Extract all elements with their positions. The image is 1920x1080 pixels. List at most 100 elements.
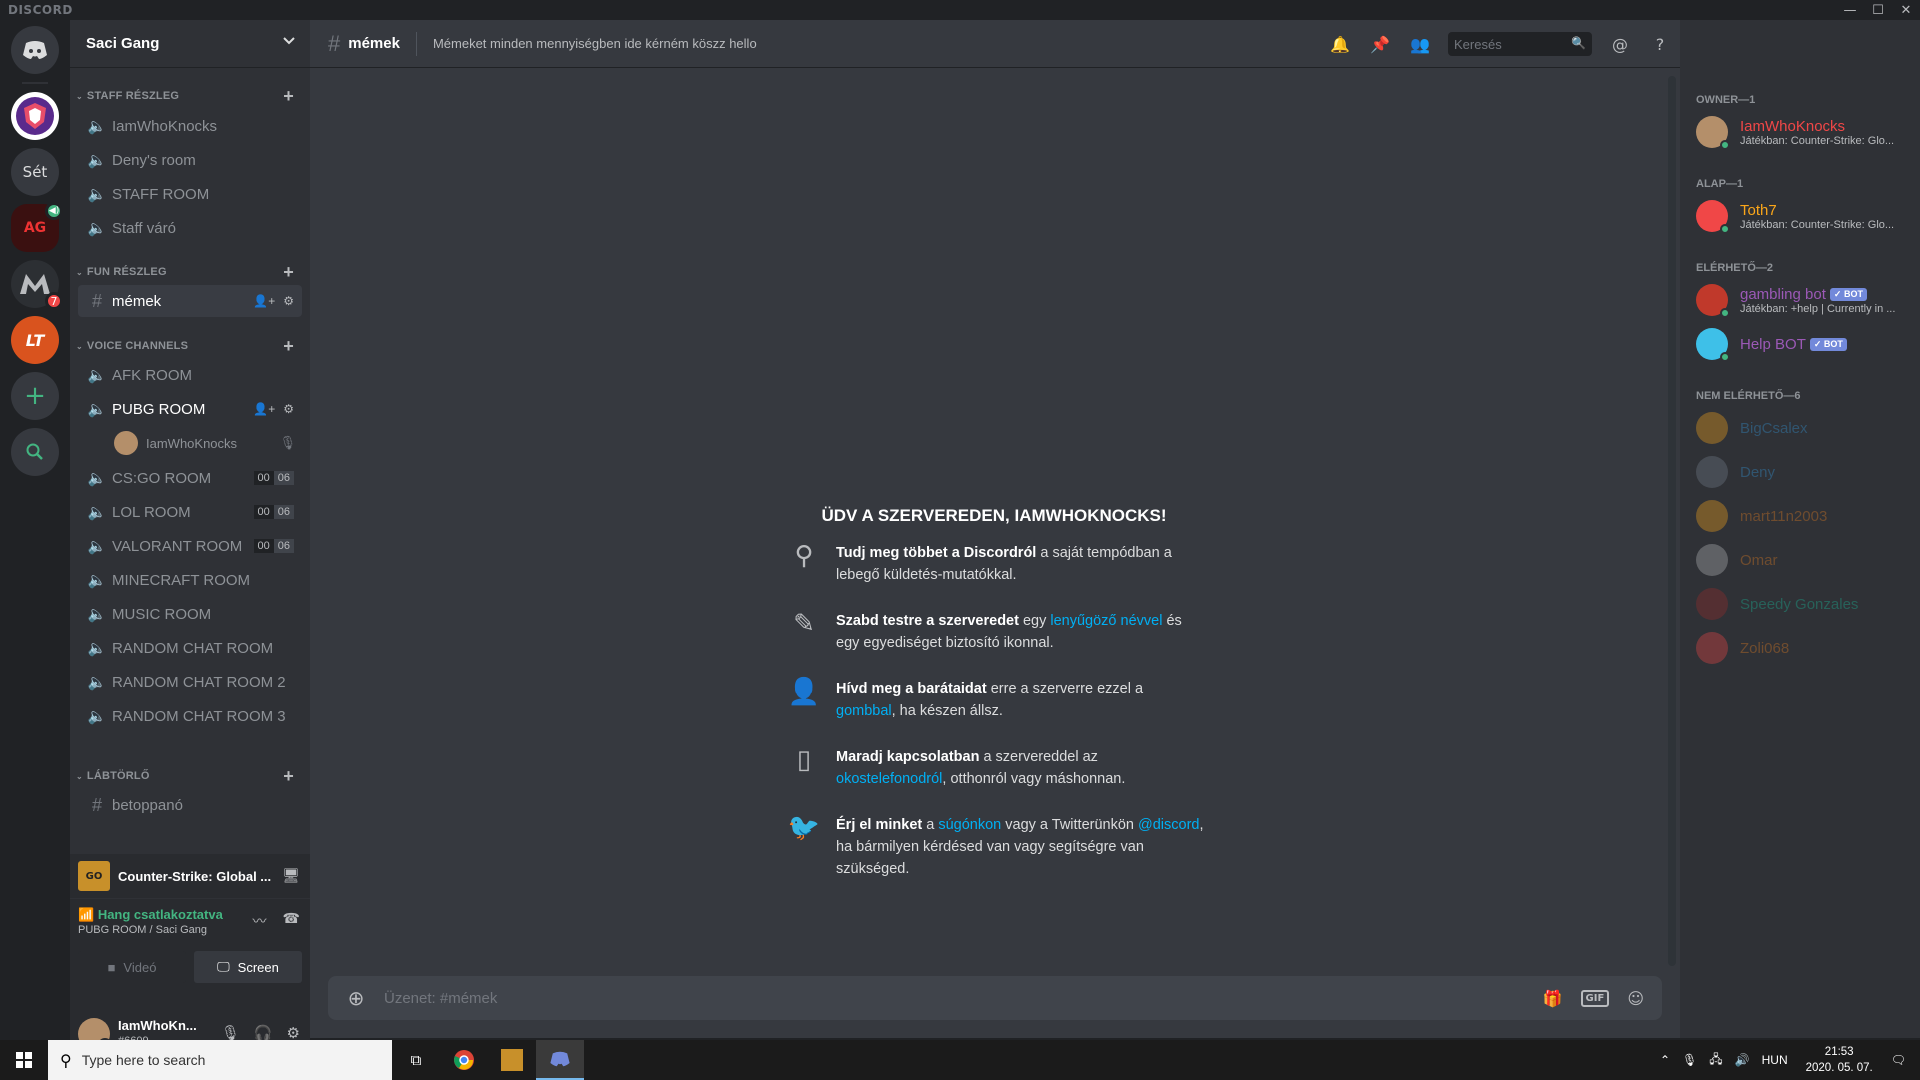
server-m-icon[interactable]: 7	[11, 260, 63, 310]
voice-channel[interactable]: 🔈 Staff váró	[78, 212, 302, 244]
voice-channel[interactable]: 🔈 RANDOM CHAT ROOM 3	[78, 700, 302, 732]
welcome-link[interactable]: okostelefonodról	[836, 771, 942, 787]
help-icon[interactable]: ?	[1640, 35, 1680, 54]
member-item[interactable]: Omar	[1696, 540, 1916, 580]
voice-user[interactable]: IamWhoKnocks 🎙	[114, 429, 302, 457]
input-language[interactable]: HUN	[1762, 1053, 1788, 1067]
member-item[interactable]: Toth7 Játékban: Counter-Strike: Glo...	[1696, 196, 1916, 236]
screen-share-button[interactable]: 🖵 Screen	[194, 951, 302, 983]
server-lt-icon[interactable]: LT	[11, 316, 59, 364]
speaker-icon: 🔈	[87, 367, 107, 384]
category-labtorlo[interactable]: ⌄ LÁBTÖRLŐ +	[70, 766, 310, 786]
discord-taskbar-icon[interactable]	[536, 1040, 584, 1080]
explore-search-icon[interactable]	[11, 428, 59, 476]
voice-channel[interactable]: 🔈 MINECRAFT ROOM	[78, 564, 302, 596]
voice-channel[interactable]: 🔈 IamWhoKnocks	[78, 110, 302, 142]
invite-icon[interactable]: 👤+	[253, 402, 275, 416]
welcome-link[interactable]: súgónkon	[938, 817, 1001, 833]
member-item[interactable]: Help BOT ✓ BOT	[1696, 324, 1916, 364]
voice-channel[interactable]: 🔈 RANDOM CHAT ROOM 2	[78, 666, 302, 698]
header-divider	[415, 31, 417, 56]
chevron-up-icon[interactable]: ⌃	[1660, 1053, 1670, 1067]
voice-channel[interactable]: 🔈 STAFF ROOM	[78, 178, 302, 210]
member-group-title: ALAP—1	[1696, 178, 1744, 190]
online-status	[1720, 352, 1730, 362]
network-icon[interactable]: 🖧	[1709, 1050, 1722, 1071]
taskbar-search[interactable]: ⚲	[48, 1040, 392, 1080]
invite-icon[interactable]: 👤+	[253, 294, 275, 308]
csgo-taskbar-icon[interactable]	[488, 1040, 536, 1080]
search-input[interactable]	[1454, 36, 1564, 52]
minimize-button[interactable]: —	[1836, 0, 1864, 20]
gear-icon[interactable]: ⚙	[283, 294, 294, 308]
server-set[interactable]: Sét	[11, 148, 59, 196]
add-server-icon[interactable]: +	[11, 372, 59, 420]
noise-icon[interactable]: 〰	[253, 911, 267, 931]
mic-muted-icon: 🎙	[279, 435, 296, 450]
windows-start-icon[interactable]	[0, 1040, 48, 1080]
add-channel-icon[interactable]: +	[283, 336, 294, 356]
welcome-link[interactable]: @discord	[1138, 817, 1199, 833]
channel-label: RANDOM CHAT ROOM 2	[112, 673, 286, 691]
channel-topic[interactable]: Mémeket minden mennyiségben ide kérném k…	[433, 36, 757, 51]
category-staff[interactable]: ⌄ STAFF RÉSZLEG +	[70, 86, 310, 106]
upload-plus-icon[interactable]: ⊕	[328, 986, 384, 1010]
member-item[interactable]: Zoli068	[1696, 628, 1916, 668]
video-button[interactable]: ■ Videó	[78, 951, 186, 983]
voice-channel[interactable]: 🔈 RANDOM CHAT ROOM	[78, 632, 302, 664]
voice-channel[interactable]: 🔈 MUSIC ROOM	[78, 598, 302, 630]
pin-icon[interactable]: 📌	[1360, 35, 1400, 54]
message-input[interactable]	[384, 989, 1543, 1007]
voice-channel[interactable]: 🔈 VALORANT ROOM 00 06	[78, 530, 302, 562]
search-box[interactable]: 🔍	[1448, 32, 1592, 56]
voice-channel[interactable]: 🔈 Deny's room	[78, 144, 302, 176]
category-fun[interactable]: ⌄ FUN RÉSZLEG +	[70, 262, 310, 282]
voice-channel[interactable]: 🔈 AFK ROOM	[78, 359, 302, 391]
add-channel-icon[interactable]: +	[283, 262, 294, 282]
member-item[interactable]: Deny	[1696, 452, 1916, 492]
voice-channel[interactable]: 🔈 LOL ROOM 00 06	[78, 496, 302, 528]
add-channel-icon[interactable]: +	[283, 86, 294, 106]
server-ag-icon[interactable]: AG ◀)	[11, 202, 63, 252]
member-item[interactable]: BigCsalex	[1696, 408, 1916, 448]
member-item[interactable]: gambling bot ✓ BOT Játékban: +help | Curre…	[1696, 280, 1916, 320]
member-item[interactable]: Speedy Gonzales	[1696, 584, 1916, 624]
gif-button[interactable]: GIF	[1580, 989, 1610, 1007]
voice-channel[interactable]: 🔈 CS:GO ROOM 00 06	[78, 462, 302, 494]
disconnect-icon[interactable]: ☎	[283, 911, 300, 931]
channel-title: mémek	[348, 35, 400, 52]
mentions-icon[interactable]: @	[1600, 35, 1640, 54]
text-channel-memek[interactable]: # mémek 👤+ ⚙	[78, 285, 302, 317]
discord-home-icon[interactable]	[11, 26, 59, 74]
close-button[interactable]: ✕	[1892, 0, 1920, 20]
gear-icon[interactable]: ⚙	[283, 402, 294, 416]
voice-channel-pubg[interactable]: 🔈 PUBG ROOM 👤+ ⚙	[78, 393, 302, 425]
member-item[interactable]: IamWhoKnocks Játékban: Counter-Strike: Gl…	[1696, 112, 1916, 152]
bell-icon[interactable]: 🔔	[1320, 35, 1360, 54]
speaker-icon: 🔈	[87, 470, 107, 487]
notifications-icon[interactable]: 🗨	[1891, 1053, 1906, 1067]
volume-icon[interactable]: 🔊	[1735, 1053, 1750, 1067]
chrome-icon[interactable]	[440, 1040, 488, 1080]
go-live-icon[interactable]: 🖥	[282, 868, 300, 884]
channel-sidebar: Saci Gang ⌄ STAFF RÉSZLEG + 🔈 IamWhoKnocks…	[70, 20, 310, 1060]
text-channel[interactable]: # betoppanó	[78, 789, 302, 821]
welcome-link[interactable]: gombbal	[836, 703, 892, 719]
taskbar-search-input[interactable]	[81, 1052, 382, 1068]
members-icon[interactable]: 👥	[1400, 35, 1440, 54]
emoji-icon[interactable]: ☺	[1627, 989, 1644, 1008]
category-voice[interactable]: ⌄ VOICE CHANNELS +	[70, 336, 310, 356]
member-group-title: NEM ELÉRHETŐ—6	[1696, 390, 1801, 402]
welcome-link[interactable]: lenyűgöző névvel	[1050, 613, 1162, 629]
maximize-button[interactable]: ☐	[1864, 0, 1892, 20]
member-item[interactable]: mart11n2003	[1696, 496, 1916, 536]
microphone-icon[interactable]: 🎙	[1682, 1053, 1697, 1067]
voice-user-name: IamWhoKnocks	[146, 435, 238, 451]
gift-icon[interactable]: 🎁	[1543, 989, 1563, 1008]
scrollbar[interactable]	[1668, 76, 1676, 966]
task-view-icon[interactable]: ⧉	[392, 1040, 440, 1080]
server-header[interactable]: Saci Gang	[70, 20, 310, 68]
clock[interactable]: 21:53 2020. 05. 07.	[1806, 1044, 1873, 1076]
add-channel-icon[interactable]: +	[283, 766, 294, 786]
server-shield-icon[interactable]	[11, 92, 59, 140]
